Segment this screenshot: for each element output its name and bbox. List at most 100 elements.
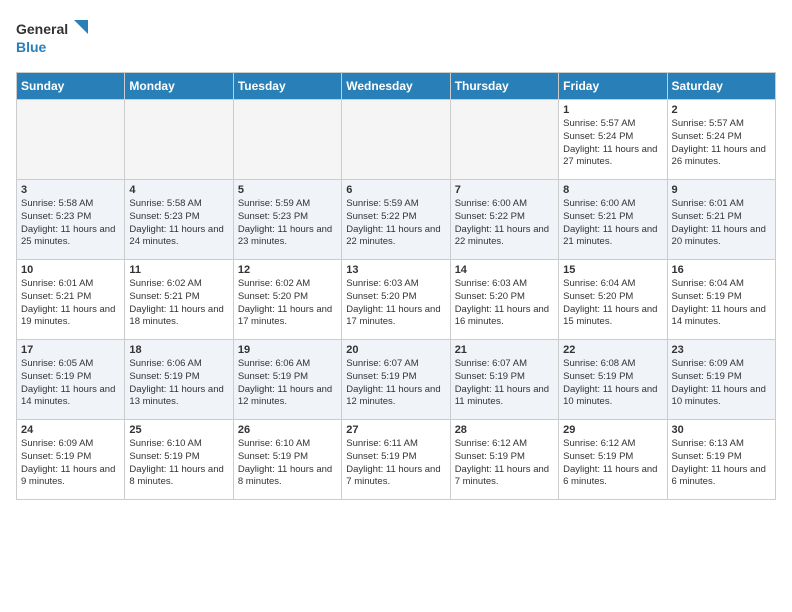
calendar-cell: 9 Sunrise: 6:01 AM Sunset: 5:21 PM Daylig… [667, 180, 775, 260]
svg-text:Blue: Blue [16, 39, 47, 55]
day-number: 2 [672, 104, 771, 116]
calendar-cell: 21 Sunrise: 6:07 AM Sunset: 5:19 PM Dayli… [450, 340, 558, 420]
day-info: Sunrise: 6:10 AM Sunset: 5:19 PM Dayligh… [129, 438, 228, 489]
calendar-cell: 7Sunrise: 6:00 AM Sunset: 5:22 PM Daylig… [450, 180, 558, 260]
calendar-cell: 30 Sunrise: 6:13 AM Sunset: 5:19 PM Dayli… [667, 420, 775, 500]
calendar-cell: 29 Sunrise: 6:12 AM Sunset: 5:19 PM Dayli… [559, 420, 667, 500]
calendar-cell: 10 Sunrise: 6:01 AM Sunset: 5:21 PM Dayli… [17, 260, 125, 340]
day-number: 30 [672, 424, 771, 436]
calendar-cell: 13 Sunrise: 6:03 AM Sunset: 5:20 PM Dayli… [342, 260, 450, 340]
day-number: 9 [672, 184, 771, 196]
day-info: Sunrise: 6:09 AM Sunset: 5:19 PM Dayligh… [21, 438, 120, 489]
calendar-cell: 25 Sunrise: 6:10 AM Sunset: 5:19 PM Dayli… [125, 420, 233, 500]
day-number: 5 [238, 184, 337, 196]
day-info: Sunrise: 5:59 AM Sunset: 5:23 PM Dayligh… [238, 198, 337, 249]
calendar-cell: 23 Sunrise: 6:09 AM Sunset: 5:19 PM Dayli… [667, 340, 775, 420]
day-number: 10 [21, 264, 120, 276]
day-info: Sunrise: 6:04 AM Sunset: 5:20 PM Dayligh… [563, 278, 662, 329]
day-info: Sunrise: 5:58 AM Sunset: 5:23 PM Dayligh… [129, 198, 228, 249]
day-info: Sunrise: 6:12 AM Sunset: 5:19 PM Dayligh… [455, 438, 554, 489]
calendar-cell: 20 Sunrise: 6:07 AM Sunset: 5:19 PM Dayli… [342, 340, 450, 420]
weekday-header-friday: Friday [559, 73, 667, 100]
weekday-header-row: SundayMondayTuesdayWednesdayThursdayFrid… [17, 73, 776, 100]
day-info: Sunrise: 6:04 AM Sunset: 5:19 PM Dayligh… [672, 278, 771, 329]
day-number: 12 [238, 264, 337, 276]
day-number: 20 [346, 344, 445, 356]
day-info: Sunrise: 6:00 AM Sunset: 5:22 PM Dayligh… [455, 198, 554, 249]
calendar-cell: 14 Sunrise: 6:03 AM Sunset: 5:20 PM Dayli… [450, 260, 558, 340]
calendar-cell: 26 Sunrise: 6:10 AM Sunset: 5:19 PM Dayli… [233, 420, 341, 500]
day-info: Sunrise: 6:08 AM Sunset: 5:19 PM Dayligh… [563, 358, 662, 409]
calendar-cell: 6 Sunrise: 5:59 AM Sunset: 5:22 PM Daylig… [342, 180, 450, 260]
svg-text:General: General [16, 21, 68, 37]
day-info: Sunrise: 6:02 AM Sunset: 5:21 PM Dayligh… [129, 278, 228, 329]
calendar-cell [233, 100, 341, 180]
day-number: 24 [21, 424, 120, 436]
calendar-cell: 28Sunrise: 6:12 AM Sunset: 5:19 PM Dayli… [450, 420, 558, 500]
day-number: 8 [563, 184, 662, 196]
day-number: 1 [563, 104, 662, 116]
day-number: 17 [21, 344, 120, 356]
day-number: 18 [129, 344, 228, 356]
day-number: 3 [21, 184, 120, 196]
day-info: Sunrise: 6:01 AM Sunset: 5:21 PM Dayligh… [672, 198, 771, 249]
calendar-cell: 2 Sunrise: 5:57 AM Sunset: 5:24 PM Daylig… [667, 100, 775, 180]
day-info: Sunrise: 6:07 AM Sunset: 5:19 PM Dayligh… [455, 358, 554, 409]
weekday-header-wednesday: Wednesday [342, 73, 450, 100]
day-info: Sunrise: 5:57 AM Sunset: 5:24 PM Dayligh… [672, 118, 771, 169]
day-info: Sunrise: 6:07 AM Sunset: 5:19 PM Dayligh… [346, 358, 445, 409]
day-info: Sunrise: 6:09 AM Sunset: 5:19 PM Dayligh… [672, 358, 771, 409]
day-info: Sunrise: 6:03 AM Sunset: 5:20 PM Dayligh… [346, 278, 445, 329]
logo-icon: General Blue [16, 16, 96, 60]
day-info: Sunrise: 6:02 AM Sunset: 5:20 PM Dayligh… [238, 278, 337, 329]
day-info: Sunrise: 5:57 AM Sunset: 5:24 PM Dayligh… [563, 118, 662, 169]
day-number: 19 [238, 344, 337, 356]
day-number: 11 [129, 264, 228, 276]
calendar-row-3: 17Sunrise: 6:05 AM Sunset: 5:19 PM Dayli… [17, 340, 776, 420]
day-info: Sunrise: 5:59 AM Sunset: 5:22 PM Dayligh… [346, 198, 445, 249]
calendar-row-2: 10 Sunrise: 6:01 AM Sunset: 5:21 PM Dayli… [17, 260, 776, 340]
calendar-cell: 3Sunrise: 5:58 AM Sunset: 5:23 PM Daylig… [17, 180, 125, 260]
calendar-table: SundayMondayTuesdayWednesdayThursdayFrid… [16, 72, 776, 500]
calendar-cell: 18Sunrise: 6:06 AM Sunset: 5:19 PM Dayli… [125, 340, 233, 420]
weekday-header-sunday: Sunday [17, 73, 125, 100]
day-number: 27 [346, 424, 445, 436]
calendar-cell [17, 100, 125, 180]
calendar-cell: 17Sunrise: 6:05 AM Sunset: 5:19 PM Dayli… [17, 340, 125, 420]
calendar-cell: 12 Sunrise: 6:02 AM Sunset: 5:20 PM Dayli… [233, 260, 341, 340]
day-info: Sunrise: 6:13 AM Sunset: 5:19 PM Dayligh… [672, 438, 771, 489]
calendar-cell: 27 Sunrise: 6:11 AM Sunset: 5:19 PM Dayli… [342, 420, 450, 500]
calendar-cell [125, 100, 233, 180]
calendar-cell: 1 Sunrise: 5:57 AM Sunset: 5:24 PM Daylig… [559, 100, 667, 180]
day-number: 22 [563, 344, 662, 356]
day-number: 25 [129, 424, 228, 436]
day-info: Sunrise: 6:11 AM Sunset: 5:19 PM Dayligh… [346, 438, 445, 489]
day-number: 14 [455, 264, 554, 276]
day-info: Sunrise: 6:10 AM Sunset: 5:19 PM Dayligh… [238, 438, 337, 489]
day-number: 16 [672, 264, 771, 276]
calendar-cell: 24 Sunrise: 6:09 AM Sunset: 5:19 PM Dayli… [17, 420, 125, 500]
day-number: 6 [346, 184, 445, 196]
calendar-cell: 22 Sunrise: 6:08 AM Sunset: 5:19 PM Dayli… [559, 340, 667, 420]
calendar-row-4: 24 Sunrise: 6:09 AM Sunset: 5:19 PM Dayli… [17, 420, 776, 500]
calendar-cell [342, 100, 450, 180]
calendar-cell: 16 Sunrise: 6:04 AM Sunset: 5:19 PM Dayli… [667, 260, 775, 340]
day-info: Sunrise: 6:12 AM Sunset: 5:19 PM Dayligh… [563, 438, 662, 489]
day-number: 29 [563, 424, 662, 436]
day-number: 23 [672, 344, 771, 356]
calendar-cell: 15Sunrise: 6:04 AM Sunset: 5:20 PM Dayli… [559, 260, 667, 340]
day-info: Sunrise: 6:06 AM Sunset: 5:19 PM Dayligh… [238, 358, 337, 409]
day-number: 26 [238, 424, 337, 436]
calendar-row-0: 1 Sunrise: 5:57 AM Sunset: 5:24 PM Daylig… [17, 100, 776, 180]
weekday-header-tuesday: Tuesday [233, 73, 341, 100]
logo: General Blue [16, 16, 96, 60]
day-info: Sunrise: 6:00 AM Sunset: 5:21 PM Dayligh… [563, 198, 662, 249]
calendar-cell [450, 100, 558, 180]
day-info: Sunrise: 6:01 AM Sunset: 5:21 PM Dayligh… [21, 278, 120, 329]
calendar-cell: 19 Sunrise: 6:06 AM Sunset: 5:19 PM Dayli… [233, 340, 341, 420]
day-info: Sunrise: 6:03 AM Sunset: 5:20 PM Dayligh… [455, 278, 554, 329]
day-number: 13 [346, 264, 445, 276]
calendar-cell: 4 Sunrise: 5:58 AM Sunset: 5:23 PM Daylig… [125, 180, 233, 260]
day-number: 21 [455, 344, 554, 356]
day-number: 4 [129, 184, 228, 196]
